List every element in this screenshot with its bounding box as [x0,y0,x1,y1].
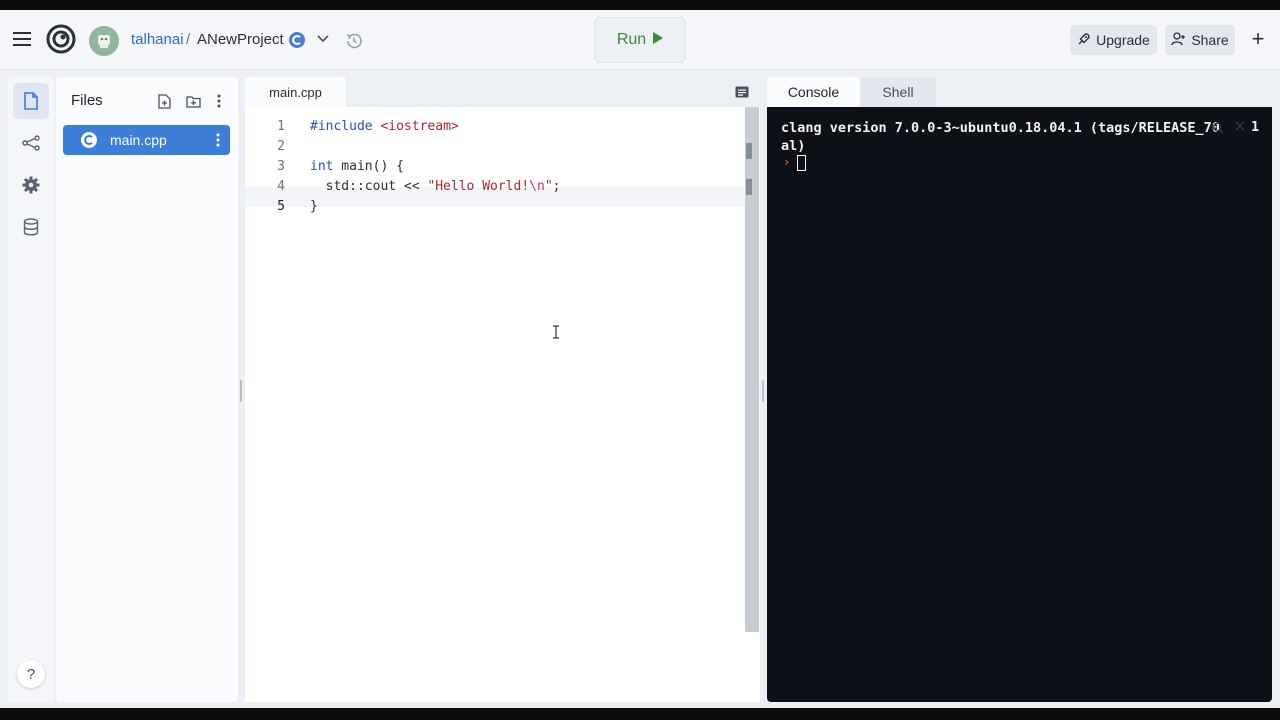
console-output-line: al) [781,138,806,154]
share-button[interactable]: Share [1165,25,1235,55]
tab-shell[interactable]: Shell [860,77,936,107]
cpp-file-icon [80,131,98,149]
line-number: 1 [277,119,285,134]
file-item-main-cpp[interactable]: main.cpp [63,125,230,155]
files-panel: Files main.cpp [56,77,238,702]
code-line[interactable]: int main() { [310,159,404,174]
line-number: 3 [277,159,285,174]
console-output-line: clang version 7.0.0-3~ubuntu0.18.04.1 (t… [781,120,1220,136]
code-line[interactable]: #include <iostream> [310,119,459,134]
text-cursor-icon [552,325,560,342]
upgrade-label: Upgrade [1096,32,1150,48]
gear-icon[interactable] [13,167,49,203]
scrollbar-marker [746,143,752,159]
files-icon[interactable] [13,83,49,119]
editor-options-icon[interactable] [734,85,750,99]
console-output: clang version 7.0.0-3~ubuntu0.18.04.1 (t… [781,119,1221,155]
menu-icon[interactable] [12,28,34,50]
tab-console[interactable]: Console [767,77,860,107]
code-line[interactable]: std::cout << "Hello World!\n"; [310,179,561,194]
console-panel[interactable]: clang version 7.0.0-3~ubuntu0.18.04.1 (t… [767,107,1272,702]
share-label: Share [1191,32,1229,48]
database-icon[interactable] [13,209,49,245]
history-icon[interactable] [343,30,365,52]
owner-link[interactable]: talhanai [131,31,184,48]
help-button[interactable]: ? [17,660,45,688]
play-icon [652,31,664,49]
console-prompt-icon: › [783,155,791,169]
line-number: 5 [277,199,285,214]
clear-console-icon[interactable] [1233,119,1247,133]
version-control-icon[interactable] [13,125,49,161]
panel-resize-handle[interactable] [240,380,242,402]
file-menu-icon[interactable] [212,131,224,149]
tab-main-cpp[interactable]: main.cpp [245,77,346,107]
code-line[interactable]: } [310,199,318,214]
breadcrumb-separator: / [186,31,191,48]
console-cursor [797,155,806,171]
scrollbar-marker [746,179,752,195]
file-item-label: main.cpp [110,132,167,148]
replit-workspace: talhanai / ANewProject Run Upgrade Share… [0,10,1280,708]
line-number: 2 [277,139,285,154]
line-number: 4 [277,179,285,194]
new-file-icon[interactable] [156,93,172,109]
editor-tab-bar: main.cpp [245,77,760,107]
upgrade-button[interactable]: Upgrade [1070,25,1157,55]
line-number-gutter: 1 2 3 4 5 [245,107,293,702]
plus-icon[interactable]: + [1247,26,1269,51]
rocket-icon [1077,32,1091,49]
console-tab-bar: Console Shell [767,77,1272,107]
run-button[interactable]: Run [594,17,686,63]
console-output-fragment: 1 [1251,119,1260,135]
run-label: Run [616,31,647,48]
replit-logo-icon[interactable] [46,24,76,54]
project-name[interactable]: ANewProject [197,31,284,48]
top-bar: talhanai / ANewProject Run Upgrade Share… [0,10,1280,70]
files-title: Files [71,92,103,109]
more-options-icon[interactable] [211,92,227,110]
left-rail [8,77,54,702]
avatar[interactable] [89,26,119,56]
code-editor[interactable]: 1 2 3 4 5 #include <iostream> int main()… [245,107,760,702]
cpp-language-icon[interactable] [287,30,307,50]
search-icon[interactable] [1211,121,1225,135]
new-folder-icon[interactable] [185,93,201,109]
add-user-icon [1171,31,1186,49]
chevron-down-icon[interactable] [316,32,330,46]
panel-resize-handle[interactable] [762,380,764,402]
